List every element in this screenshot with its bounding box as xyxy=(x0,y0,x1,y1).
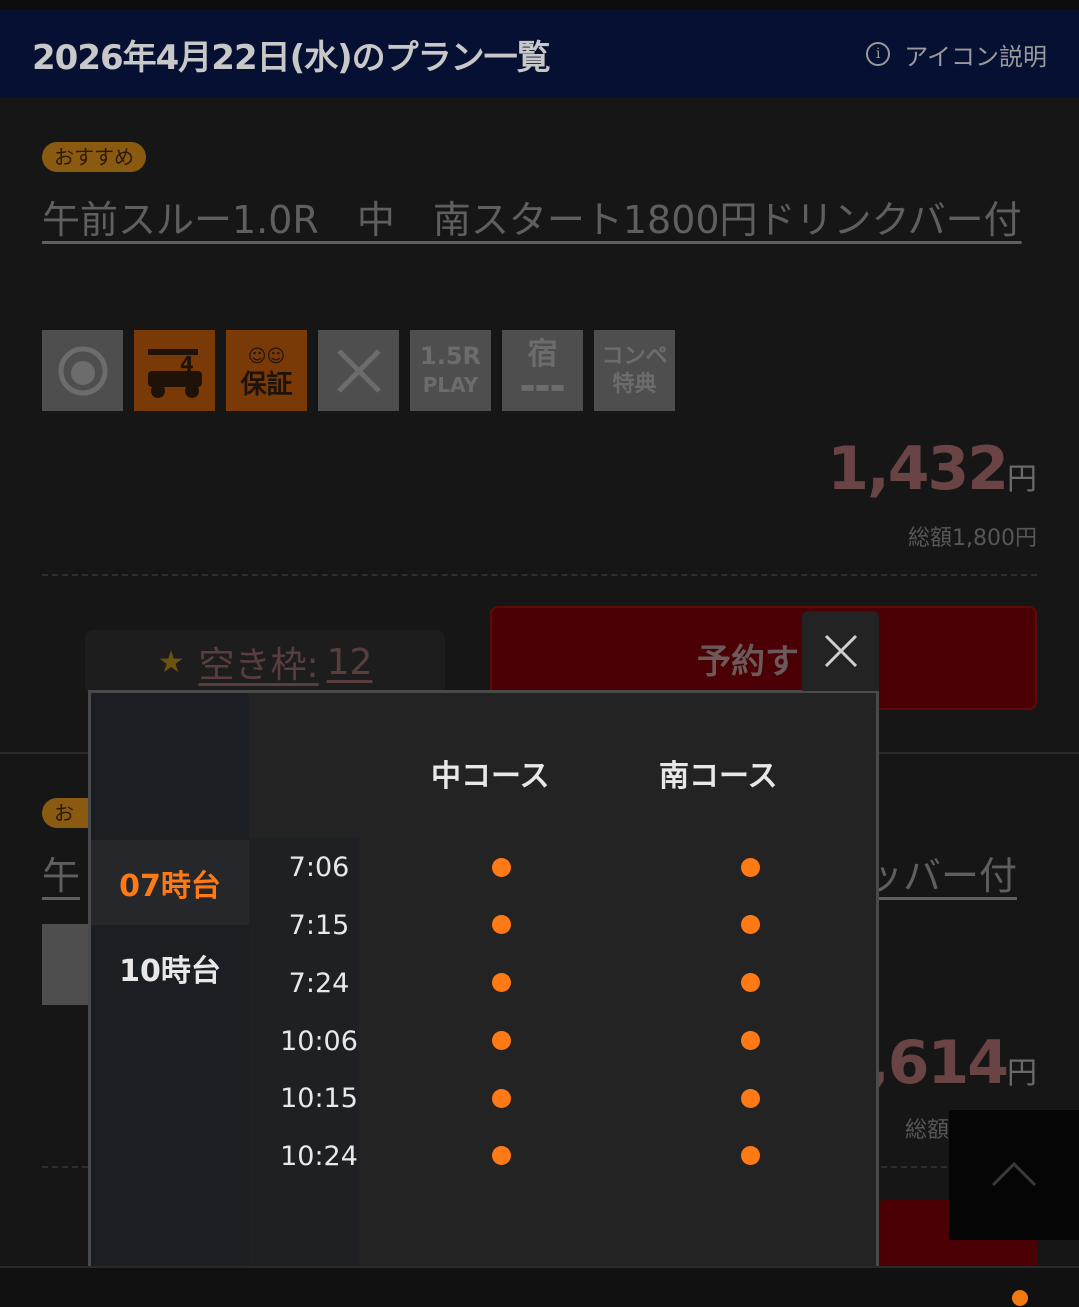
icon-help-label: アイコン説明 xyxy=(904,42,1047,71)
availability-dot[interactable] xyxy=(741,1031,760,1050)
time-slot: 7:15 xyxy=(288,910,350,941)
time-slot: 7:06 xyxy=(288,852,350,883)
plan-total-2: 総額 xyxy=(904,1118,949,1143)
svg-text:4: 4 xyxy=(180,352,194,376)
time-slot: 10:06 xyxy=(280,1026,358,1057)
hour-tab-10[interactable]: 10時台 xyxy=(91,925,249,1010)
course-header-naka: 中コース xyxy=(431,759,550,794)
lodging-icon: 宿 ▬▬▬ xyxy=(502,330,583,411)
availability-count: 12 xyxy=(326,641,373,683)
back-to-top-button[interactable] xyxy=(949,1110,1079,1240)
availability-dot[interactable] xyxy=(492,1089,511,1108)
play-1-5r-icon: 1.5R PLAY xyxy=(410,330,491,411)
availability-dot[interactable] xyxy=(492,1031,511,1050)
availability-dot[interactable] xyxy=(741,858,760,877)
availability-dot[interactable] xyxy=(492,973,511,992)
status-strip xyxy=(0,0,1079,10)
availability-dot[interactable] xyxy=(492,1146,511,1165)
availability-dot[interactable] xyxy=(741,915,760,934)
availability-dot[interactable] xyxy=(741,973,760,992)
plan-title-link[interactable]: 午前スルー1.0R 中 南スタート1800円ドリンクバー付 xyxy=(42,194,1032,246)
meal-icon xyxy=(318,330,399,411)
close-popup-button[interactable] xyxy=(802,611,879,691)
caddie-icon-2 xyxy=(42,924,92,1005)
time-slot: 10:15 xyxy=(280,1083,358,1114)
tee-time-popup: 07時台 10時台 中コース 南コース 7:06 7:15 7:24 10:06… xyxy=(88,690,879,1280)
availability[interactable]: ★ 空き枠: 12 xyxy=(85,630,445,694)
availability-dot[interactable] xyxy=(741,1089,760,1108)
plan-price: 1,432円 xyxy=(827,434,1037,504)
price-unit-2: 円 xyxy=(1007,1056,1037,1091)
divider xyxy=(42,574,1037,576)
course-header-minami: 南コース xyxy=(659,759,778,794)
availability-dot[interactable] xyxy=(492,858,511,877)
icon-help-link[interactable]: i アイコン説明 xyxy=(866,37,1047,72)
hour-tab-07[interactable]: 07時台 xyxy=(91,840,249,925)
price-value-2: ,614 xyxy=(866,1028,1009,1098)
plan-title-2-end[interactable]: ッバー付 xyxy=(865,850,1025,902)
page-header: 2026年4月22日(水)のプラン一覧 i アイコン説明 xyxy=(0,10,1079,98)
price-unit: 円 xyxy=(1007,462,1037,497)
availability-label: 空き枠: xyxy=(198,645,319,686)
time-slot: 7:24 xyxy=(288,968,350,999)
star-icon: ★ xyxy=(157,644,185,680)
notification-dot xyxy=(1012,1290,1028,1306)
plan-feature-icons: 4 ☺☺ 保証 1.5R PLAY 宿 ▬▬▬ コンペ 特典 xyxy=(42,330,675,411)
caddie-icon xyxy=(42,330,123,411)
cart-4-icon: 4 xyxy=(134,330,215,411)
info-icon: i xyxy=(866,42,891,66)
page-title: 2026年4月22日(水)のプラン一覧 xyxy=(32,37,551,78)
price-value: 1,432 xyxy=(827,434,1009,504)
close-icon xyxy=(824,634,857,668)
recommend-badge: おすすめ xyxy=(42,142,146,172)
compe-icon: コンペ 特典 xyxy=(594,330,675,411)
plan-total: 総額1,800円 xyxy=(908,526,1037,551)
availability-dot[interactable] xyxy=(492,915,511,934)
bottom-nav xyxy=(0,1266,1079,1307)
plan-price-2: ,614円 xyxy=(867,1028,1037,1098)
availability-dot[interactable] xyxy=(741,1146,760,1165)
time-slot: 10:24 xyxy=(280,1141,358,1172)
chevron-up-icon xyxy=(991,1161,1037,1187)
guarantee-icon: ☺☺ 保証 xyxy=(226,330,307,411)
